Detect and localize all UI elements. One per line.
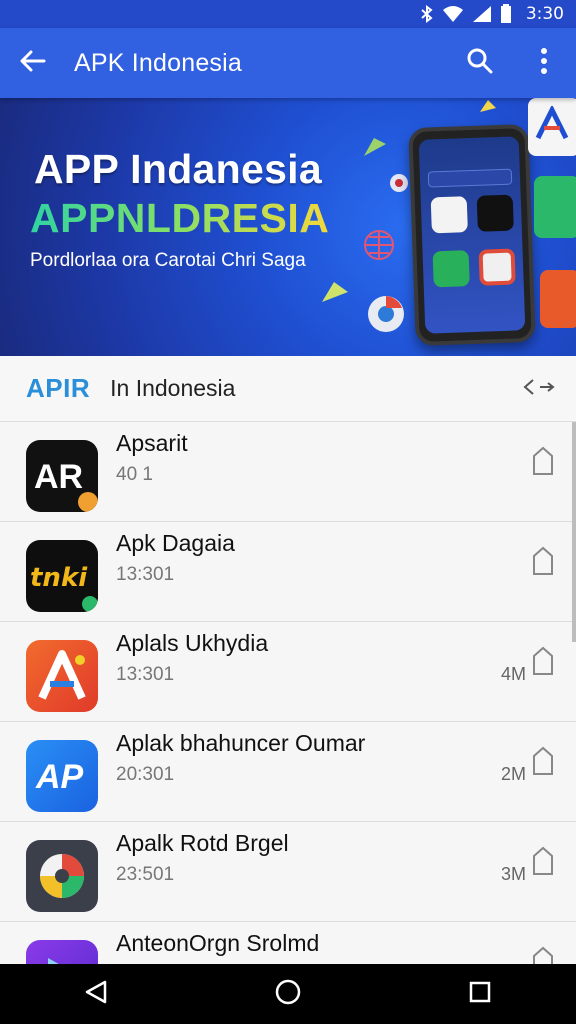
chrome-dot-icon <box>390 174 408 192</box>
app-name: Apalk Rotd Brgel <box>116 830 289 856</box>
download-icon[interactable] <box>532 946 554 964</box>
tile-icon <box>534 176 576 238</box>
globe-icon <box>364 230 394 260</box>
app-size: 3M <box>500 864 526 884</box>
list-item[interactable]: tnki Apk Dagaia 13:301 <box>0 522 576 622</box>
status-bar: 3:30 <box>0 0 576 28</box>
app-name: Aplals Ukhydia <box>116 630 269 656</box>
sparkle-icon <box>364 138 386 156</box>
section-badge: APIR <box>26 373 91 403</box>
app-meta: 20:301 <box>116 764 175 785</box>
pinwheel-logo-icon <box>26 840 98 912</box>
ap-logo-icon: AP <box>26 740 98 812</box>
signal-icon <box>472 5 492 23</box>
tile-icon <box>430 196 468 234</box>
sparkle-icon <box>480 100 496 112</box>
app-meta: 13:301 <box>116 564 175 585</box>
list-item[interactable]: AP Aplak bhahuncer Oumar 20:301 2M <box>0 722 576 822</box>
triangle-back-icon <box>83 979 109 1010</box>
list-item[interactable]: AR Apsarit 40 1 <box>0 422 576 522</box>
app-name: Aplak bhahuncer Oumar <box>116 730 366 756</box>
list-item[interactable]: Apalk Rotd Brgel 23:501 3M <box>0 822 576 922</box>
phone-mockup <box>408 123 536 347</box>
status-time: 3:30 <box>525 4 564 24</box>
app-meta: 23:501 <box>116 864 175 885</box>
section-header: APIR In Indonesia <box>0 356 576 422</box>
app-meta: 40 1 <box>116 464 153 485</box>
section-nav-button[interactable] <box>522 376 556 402</box>
tile-icon <box>478 248 516 286</box>
svg-text:AR: AR <box>34 458 83 496</box>
download-icon[interactable] <box>532 846 554 876</box>
tnki-logo-icon: tnki <box>26 540 98 612</box>
phone-screen <box>418 136 526 334</box>
banner-title: APP Indanesia <box>34 146 322 192</box>
circle-home-icon <box>274 978 302 1011</box>
battery-icon <box>500 4 514 24</box>
more-vert-icon <box>540 47 548 79</box>
download-icon[interactable] <box>532 446 554 476</box>
nav-recents-button[interactable] <box>445 964 515 1024</box>
app-size: 2M <box>500 764 526 784</box>
chrome-icon <box>368 296 404 332</box>
a-logo-icon <box>535 106 569 140</box>
banner-tagline: Pordlorlaa ora Carotai Chri Saga <box>30 250 306 271</box>
phone-searchbar <box>427 168 513 188</box>
search-button[interactable] <box>448 28 512 98</box>
download-icon[interactable] <box>532 746 554 776</box>
banner-subtitle: APPNLDRESIA <box>30 195 330 241</box>
scrollbar[interactable] <box>572 422 576 642</box>
wifi-icon <box>442 5 464 23</box>
download-icon[interactable] <box>532 546 554 576</box>
tile-icon <box>432 250 470 288</box>
chevron-left-icon <box>522 376 536 402</box>
square-recents-icon <box>468 980 492 1009</box>
back-arrow-icon <box>20 50 46 77</box>
back-button[interactable] <box>0 28 66 98</box>
play-logo-icon <box>26 940 98 964</box>
toolbar-title: APK Indonesia <box>74 48 242 77</box>
overflow-menu-button[interactable] <box>512 28 576 98</box>
bluetooth-icon <box>420 5 434 23</box>
section-title: In Indonesia <box>110 375 236 401</box>
a-logo-icon <box>26 640 98 712</box>
promo-banner[interactable]: APP Indanesia APPNLDRESIA Pordlorlaa ora… <box>0 98 576 356</box>
svg-text:tnki: tnki <box>30 563 88 593</box>
system-nav-bar <box>0 964 576 1024</box>
tile-icon <box>476 194 514 232</box>
app-size: 4M <box>500 664 526 684</box>
arrow-right-icon <box>538 376 556 402</box>
app-meta: 13:301 <box>116 664 175 685</box>
nav-home-button[interactable] <box>253 964 323 1024</box>
download-icon[interactable] <box>532 646 554 676</box>
app-name: AnteonOrgn Srolmd <box>116 930 320 956</box>
tile-icon <box>540 270 576 328</box>
app-name: Apk Dagaia <box>116 530 235 556</box>
apr-logo-icon: AR <box>26 440 98 512</box>
list-item[interactable]: Aplals Ukhydia 13:301 4M <box>0 622 576 722</box>
search-icon <box>467 48 493 79</box>
sparkle-icon <box>322 282 348 302</box>
app-list: AR Apsarit 40 1 tnki Apk Dagaia 13:301 A… <box>0 422 576 964</box>
app-toolbar: APK Indonesia <box>0 28 576 98</box>
svg-text:AP: AP <box>35 758 84 796</box>
nav-back-button[interactable] <box>61 964 131 1024</box>
app-name: Apsarit <box>116 430 188 456</box>
list-item[interactable]: AnteonOrgn Srolmd <box>0 922 576 964</box>
